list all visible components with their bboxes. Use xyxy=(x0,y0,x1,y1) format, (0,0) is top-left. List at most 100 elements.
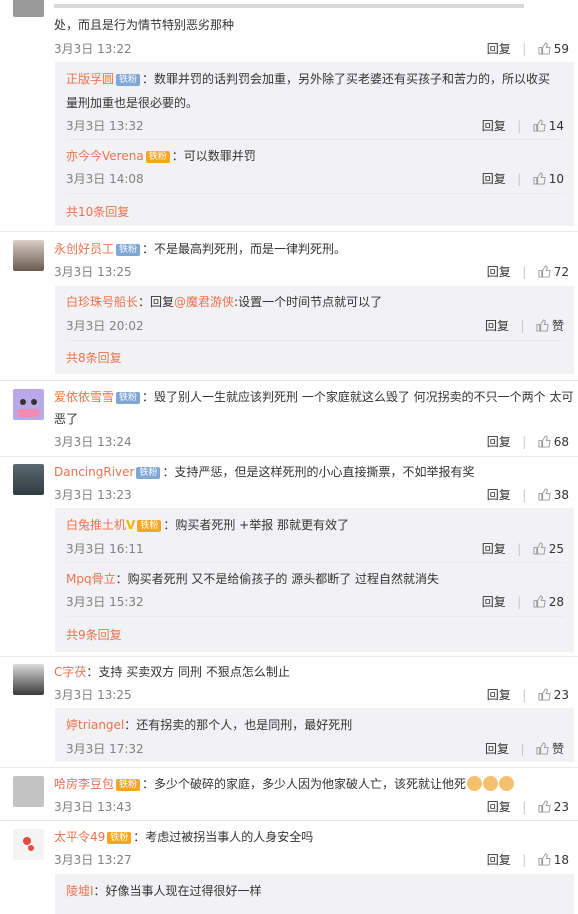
reply-item: 陵墟I：好像当事人现在过得很好一样 xyxy=(66,882,262,899)
divider: | xyxy=(514,42,534,56)
more-replies-link[interactable]: 共10条回复 xyxy=(66,203,129,220)
comment-text: ：不是最高判死刑，而是一律判死刑。 xyxy=(142,242,347,256)
reply-button[interactable]: 回复 xyxy=(487,488,511,502)
divider xyxy=(0,656,578,657)
divider: | xyxy=(512,742,533,756)
fan-badge: 铁粉 xyxy=(116,74,141,86)
divider xyxy=(66,616,564,617)
reply-button[interactable]: 回复 xyxy=(482,542,506,556)
reply-button[interactable]: 回复 xyxy=(482,595,506,609)
divider: | xyxy=(514,488,534,502)
comment-actions: 回复 | 68 xyxy=(487,433,569,450)
reply-username[interactable]: 白兔推土机 xyxy=(66,518,126,532)
like-button[interactable]: 赞 xyxy=(536,319,564,333)
reply-actions: 回复 | 赞 xyxy=(485,317,564,334)
comment-time: 3月3日 13:24 xyxy=(54,435,132,449)
fan-badge: 铁粉 xyxy=(136,467,161,479)
reply-time: 3月3日 20:02 xyxy=(66,319,144,333)
comment-username[interactable]: C字茯 xyxy=(54,665,86,679)
comment-actions: 回复 | 23 xyxy=(487,798,569,815)
thumbs-up-icon xyxy=(533,542,546,555)
fan-badge: 铁粉 xyxy=(137,520,162,532)
like-button[interactable]: 18 xyxy=(538,853,569,867)
reply-time: 3月3日 17:32 xyxy=(66,742,144,756)
like-button[interactable]: 赞 xyxy=(536,742,564,756)
thumbs-up-icon xyxy=(538,265,551,278)
reply-button[interactable]: 回复 xyxy=(482,119,506,133)
reply-username[interactable]: 白珍珠号船长 xyxy=(66,295,138,309)
divider xyxy=(66,340,564,341)
like-button[interactable]: 38 xyxy=(538,488,569,502)
avatar[interactable] xyxy=(13,389,44,420)
like-count: 28 xyxy=(548,595,564,609)
reply-text: ：购买者死刑 又不是给偷孩子的 源头都断了 过程自然就消失 xyxy=(115,572,440,586)
comment-time: 3月3日 13:25 xyxy=(54,265,132,279)
reply-item: 白珍珠号船长：回复@魔君游侠:设置一个时间节点就可以了 xyxy=(66,293,382,310)
avatar[interactable] xyxy=(13,776,44,807)
comment-username[interactable]: 哈房李豆包 xyxy=(54,777,114,791)
reply-actions: 回复 | 10 xyxy=(482,170,564,187)
like-button[interactable]: 10 xyxy=(533,172,564,186)
comment-text: ：支持 买卖双方 同刑 不狠点怎么制止 xyxy=(86,665,290,679)
like-button[interactable]: 68 xyxy=(538,435,569,449)
more-replies-link[interactable]: 共8条回复 xyxy=(66,349,122,366)
comment-username[interactable]: 永创好员工 xyxy=(54,242,114,256)
avatar[interactable] xyxy=(13,829,44,860)
reply-button[interactable]: 回复 xyxy=(487,265,511,279)
like-count: 14 xyxy=(548,119,564,133)
reply-username[interactable]: 正版孚圆 xyxy=(66,72,114,86)
comment-body: 哈房李豆包 铁粉 ：多少个破碎的家庭，多少人因为他家破人亡，该死就让他死 xyxy=(54,775,515,792)
divider xyxy=(0,231,578,232)
fan-badge: 铁粉 xyxy=(116,244,141,256)
reply-text: ：回复 xyxy=(138,295,175,309)
avatar[interactable] xyxy=(13,240,44,271)
comment-username[interactable]: DancingRiver xyxy=(54,465,134,479)
comment-body: 永创好员工 铁粉 ：不是最高判死刑，而是一律判死刑。 xyxy=(54,240,346,257)
like-button[interactable]: 59 xyxy=(538,42,569,56)
like-button[interactable]: 25 xyxy=(533,542,564,556)
reply-button[interactable]: 回复 xyxy=(487,435,511,449)
reply-item: Mpq骨立：购买者死刑 又不是给偷孩子的 源头都断了 过程自然就消失 xyxy=(66,570,439,587)
reply-button[interactable]: 回复 xyxy=(485,742,509,756)
reply-button[interactable]: 回复 xyxy=(487,853,511,867)
comment-time: 3月3日 13:27 xyxy=(54,853,132,867)
reply-username[interactable]: 婷triangel xyxy=(66,718,124,732)
comment-username[interactable]: 太平令49 xyxy=(54,830,105,844)
thumbs-up-icon xyxy=(533,595,546,608)
reply-button[interactable]: 回复 xyxy=(482,172,506,186)
like-button[interactable]: 28 xyxy=(533,595,564,609)
divider: | xyxy=(509,595,529,609)
like-button[interactable]: 23 xyxy=(538,800,569,814)
like-count: 18 xyxy=(553,853,569,867)
fan-badge: 铁粉 xyxy=(116,779,141,791)
avatar[interactable] xyxy=(13,464,44,495)
mention-link[interactable]: @魔君游侠 xyxy=(174,295,234,309)
like-button[interactable]: 72 xyxy=(538,265,569,279)
like-count: 72 xyxy=(553,265,569,279)
comment-time: 3月3日 13:22 xyxy=(54,42,132,56)
reply-username[interactable]: Mpq骨立 xyxy=(66,572,116,586)
verified-icon: V xyxy=(126,518,136,532)
avatar[interactable] xyxy=(13,0,44,17)
reply-button[interactable]: 回复 xyxy=(487,800,511,814)
like-count: 赞 xyxy=(551,742,564,756)
reply-username[interactable]: 陵墟I xyxy=(66,884,94,898)
like-button[interactable]: 23 xyxy=(538,688,569,702)
thumbs-up-icon xyxy=(533,172,546,185)
reply-button[interactable]: 回复 xyxy=(487,688,511,702)
thumbs-up-icon xyxy=(538,688,551,701)
divider xyxy=(0,456,578,457)
reply-button[interactable]: 回复 xyxy=(485,319,509,333)
reply-username[interactable]: 亦今今Verena xyxy=(66,149,144,163)
comment-text: ：考虑过被拐当事人的人身安全吗 xyxy=(133,830,314,844)
like-button[interactable]: 14 xyxy=(533,119,564,133)
reply-button[interactable]: 回复 xyxy=(487,42,511,56)
comment-time: 3月3日 13:23 xyxy=(54,488,132,502)
avatar[interactable] xyxy=(13,664,44,695)
comment-username[interactable]: 爱依依雪雪 xyxy=(54,390,114,404)
divider: | xyxy=(509,119,529,133)
more-replies-link[interactable]: 共9条回复 xyxy=(66,626,122,643)
fan-badge: 铁粉 xyxy=(145,151,170,163)
comment-text: ：毁了别人一生就应该判死刑 一个家庭就这么毁了 何况拐卖的不只一个两个 太可 xyxy=(142,390,574,404)
comment-body: 太平令49 铁粉 ：考虑过被拐当事人的人身安全吗 xyxy=(54,828,313,845)
